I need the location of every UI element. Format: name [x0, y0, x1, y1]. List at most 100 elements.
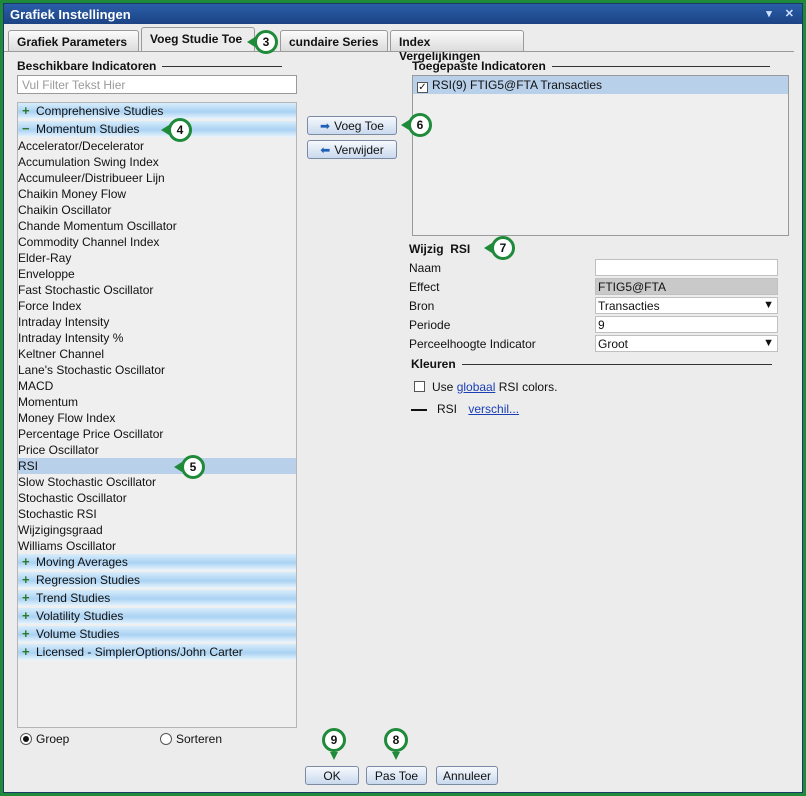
bron-select[interactable]: Transacties ▼: [595, 297, 778, 314]
list-item[interactable]: Lane's Stochastic Oscillator: [18, 362, 296, 378]
collapse-icon[interactable]: −: [22, 122, 33, 135]
tab-grafiek-parameters[interactable]: Grafiek Parameters: [8, 30, 139, 51]
callout-marker-6: 6: [401, 113, 432, 137]
list-item[interactable]: Intraday Intensity: [18, 314, 296, 330]
callout-marker-7: 7: [484, 236, 515, 260]
arrow-right-icon: ➡: [320, 119, 331, 133]
verschil-link[interactable]: verschil...: [468, 402, 519, 416]
group-volume-studies[interactable]: + Volume Studies: [18, 626, 296, 642]
list-item[interactable]: Stochastic Oscillator: [18, 490, 296, 506]
use-global-colors[interactable]: Use globaal RSI colors.: [414, 380, 557, 394]
apply-button[interactable]: Pas Toe: [366, 766, 427, 785]
naam-label: Naam: [409, 261, 442, 275]
list-item[interactable]: Fast Stochastic Oscillator: [18, 282, 296, 298]
filter-input[interactable]: [17, 75, 297, 94]
group-regression-studies[interactable]: + Regression Studies: [18, 572, 296, 588]
view-mode-sort[interactable]: Sorteren: [160, 732, 222, 746]
indicator-list[interactable]: + Comprehensive Studies − Momentum Studi…: [17, 102, 297, 728]
applied-checkbox[interactable]: ✓: [417, 82, 428, 93]
list-item[interactable]: Chaikin Oscillator: [18, 202, 296, 218]
perceel-select[interactable]: Groot ▼: [595, 335, 778, 352]
ok-button[interactable]: OK: [305, 766, 359, 785]
list-item[interactable]: Price Oscillator: [18, 442, 296, 458]
arrow-left-icon: ⬅: [320, 143, 331, 157]
list-item[interactable]: Chande Momentum Oscillator: [18, 218, 296, 234]
group-trend-studies[interactable]: + Trend Studies: [18, 590, 296, 606]
title-bar[interactable]: Grafiek Instellingen ▾ ✕: [4, 4, 802, 24]
use-global-checkbox[interactable]: [414, 381, 425, 392]
expand-icon[interactable]: +: [22, 555, 33, 568]
tab-index-vergelijkingen[interactable]: Index Vergelijkingen: [390, 30, 524, 63]
list-item[interactable]: Accelerator/Decelerator: [18, 138, 296, 154]
dropdown-arrow-icon: ▼: [763, 337, 774, 349]
list-item[interactable]: Enveloppe: [18, 266, 296, 282]
callout-marker-8: 8: [384, 728, 408, 760]
add-button[interactable]: ➡ Voeg Toe: [307, 116, 397, 135]
list-item[interactable]: MACD: [18, 378, 296, 394]
available-heading: Beschikbare Indicatoren: [17, 59, 283, 73]
list-item[interactable]: Chaikin Money Flow: [18, 186, 296, 202]
list-item[interactable]: Keltner Channel: [18, 346, 296, 362]
tab-bar: Grafiek Parameters Voeg Studie Toe cunda…: [4, 27, 794, 63]
momentum-items: Accelerator/Decelerator Accumulation Swin…: [18, 138, 296, 554]
list-item[interactable]: Slow Stochastic Oscillator: [18, 474, 296, 490]
expand-icon[interactable]: +: [22, 573, 33, 586]
perceel-label: Perceelhoogte Indicator: [409, 337, 536, 351]
expand-icon[interactable]: +: [22, 104, 33, 117]
bron-label: Bron: [409, 299, 435, 313]
list-item[interactable]: Force Index: [18, 298, 296, 314]
callout-marker-9: 9: [322, 728, 346, 760]
callout-marker-5: 5: [174, 455, 205, 479]
close-icon[interactable]: ✕: [785, 8, 794, 20]
radio-groep-label: Groep: [36, 732, 70, 746]
radio-groep[interactable]: [20, 733, 32, 745]
callout-marker-4: 4: [161, 118, 192, 142]
list-item[interactable]: Momentum: [18, 394, 296, 410]
radio-sorteren-label: Sorteren: [176, 732, 223, 746]
list-item[interactable]: Commodity Channel Index: [18, 234, 296, 250]
edit-heading: Wijzig RSI: [409, 242, 471, 256]
list-item[interactable]: Wijzigingsgraad: [18, 522, 296, 538]
line-swatch: [411, 408, 427, 411]
group-licensed-simpleroptions[interactable]: + Licensed - SimplerOptions/John Carter: [18, 644, 296, 660]
group-comprehensive-studies[interactable]: + Comprehensive Studies: [18, 103, 296, 119]
colors-heading: Kleuren: [411, 357, 772, 371]
callout-marker-3: 3: [247, 30, 278, 54]
view-mode-group[interactable]: Groep: [20, 732, 69, 746]
rsi-color-row: RSI verschil...: [411, 402, 519, 416]
list-item[interactable]: RSI: [18, 458, 296, 474]
edit-subject: RSI: [450, 242, 471, 256]
group-momentum-studies[interactable]: − Momentum Studies: [18, 121, 296, 137]
group-moving-averages[interactable]: + Moving Averages: [18, 554, 296, 570]
minimize-icon[interactable]: ▾: [766, 8, 772, 20]
applied-row[interactable]: ✓ RSI(9) FTIG5@FTA Transacties: [413, 76, 788, 94]
dropdown-arrow-icon: ▼: [763, 299, 774, 311]
expand-icon[interactable]: +: [22, 627, 33, 640]
list-item[interactable]: Williams Oscillator: [18, 538, 296, 554]
radio-sorteren[interactable]: [160, 733, 172, 745]
expand-icon[interactable]: +: [22, 591, 33, 604]
expand-icon[interactable]: +: [22, 645, 33, 658]
global-link[interactable]: globaal: [457, 380, 496, 394]
list-item[interactable]: Percentage Price Oscillator: [18, 426, 296, 442]
list-item[interactable]: Intraday Intensity %: [18, 330, 296, 346]
expand-icon[interactable]: +: [22, 609, 33, 622]
list-item[interactable]: Money Flow Index: [18, 410, 296, 426]
cancel-button[interactable]: Annuleer: [436, 766, 498, 785]
remove-button[interactable]: ⬅ Verwijder: [307, 140, 397, 159]
list-item[interactable]: Accumulation Swing Index: [18, 154, 296, 170]
naam-input[interactable]: [595, 259, 778, 276]
list-item[interactable]: Stochastic RSI: [18, 506, 296, 522]
tab-voeg-studie-toe[interactable]: Voeg Studie Toe: [141, 27, 255, 52]
periode-input[interactable]: 9: [595, 316, 778, 333]
periode-label: Periode: [409, 318, 451, 332]
list-item[interactable]: Accumuleer/Distribueer Lijn: [18, 170, 296, 186]
window-title: Grafiek Instellingen: [10, 7, 131, 22]
tab-divider: [4, 51, 794, 52]
tab-secundaire-series[interactable]: cundaire Series: [280, 30, 388, 51]
applied-list[interactable]: ✓ RSI(9) FTIG5@FTA Transacties: [412, 75, 789, 236]
list-item[interactable]: Elder-Ray: [18, 250, 296, 266]
effect-label: Effect: [409, 280, 440, 294]
group-volatility-studies[interactable]: + Volatility Studies: [18, 608, 296, 624]
applied-heading: Toegepaste Indicatoren: [412, 59, 770, 73]
